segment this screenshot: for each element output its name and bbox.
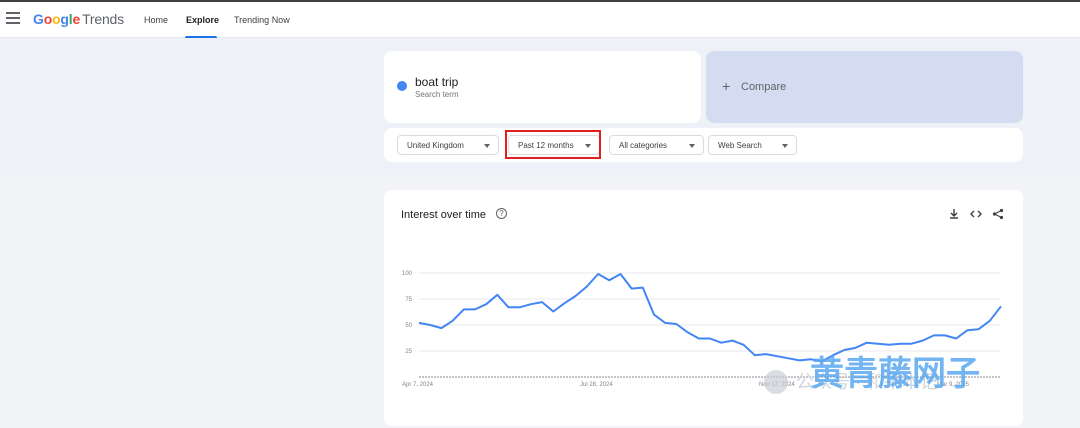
y-tick-label: 25 bbox=[405, 349, 412, 355]
time-range-dropdown[interactable]: Past 12 months bbox=[508, 135, 600, 155]
plus-icon: + bbox=[722, 78, 731, 94]
y-tick-label: 50 bbox=[405, 323, 412, 329]
series-color-dot bbox=[397, 81, 407, 91]
nav-home[interactable]: Home bbox=[144, 15, 168, 25]
x-tick-label: Mar 9, 2025 bbox=[937, 382, 970, 388]
y-tick-label: 100 bbox=[402, 271, 413, 277]
dropdown-arrow-icon bbox=[585, 144, 591, 148]
trends-logo-text: Trends bbox=[82, 11, 124, 27]
y-tick-label: 75 bbox=[405, 297, 412, 303]
category-dropdown[interactable]: All categories bbox=[609, 135, 704, 155]
compare-button[interactable]: + Compare bbox=[706, 51, 1023, 123]
region-value: United Kingdom bbox=[407, 141, 464, 150]
compare-label: Compare bbox=[741, 81, 787, 93]
google-trends-logo[interactable]: Google Trends bbox=[33, 11, 124, 27]
nav-explore[interactable]: Explore bbox=[186, 15, 219, 25]
dropdown-arrow-icon bbox=[782, 144, 788, 148]
time-range-value: Past 12 months bbox=[518, 141, 574, 150]
dropdown-arrow-icon bbox=[484, 144, 490, 148]
search-term-subtitle: Search term bbox=[415, 90, 459, 99]
top-app-bar: Google Trends Home Explore Trending Now bbox=[0, 2, 1080, 39]
nav-trending-now[interactable]: Trending Now bbox=[234, 15, 290, 25]
search-term-label: boat trip bbox=[415, 75, 459, 89]
search-property-value: Web Search bbox=[718, 141, 762, 150]
region-dropdown[interactable]: United Kingdom bbox=[397, 135, 499, 155]
category-value: All categories bbox=[619, 141, 668, 150]
x-tick-label: Apr 7, 2024 bbox=[402, 382, 434, 388]
search-term-card[interactable]: boat trip Search term bbox=[384, 51, 701, 123]
interest-over-time-card: Interest over time ? 25 50 75 100 Apr 7, 202… bbox=[384, 190, 1023, 426]
search-property-dropdown[interactable]: Web Search bbox=[708, 135, 797, 155]
dropdown-arrow-icon bbox=[689, 144, 695, 148]
google-logo-text: Google bbox=[33, 11, 81, 27]
filters-bar: United Kingdom Past 12 months All catego… bbox=[384, 128, 1023, 162]
interest-line-chart[interactable]: 25 50 75 100 Apr 7, 2024 Jul 28, 2024 Nov 17, … bbox=[384, 190, 1023, 426]
x-tick-label: Nov 17, 2024 bbox=[759, 382, 795, 388]
series-line-boat-trip bbox=[418, 273, 1002, 363]
x-tick-label: Jul 28, 2024 bbox=[580, 382, 613, 388]
hamburger-menu-icon[interactable] bbox=[6, 12, 20, 24]
